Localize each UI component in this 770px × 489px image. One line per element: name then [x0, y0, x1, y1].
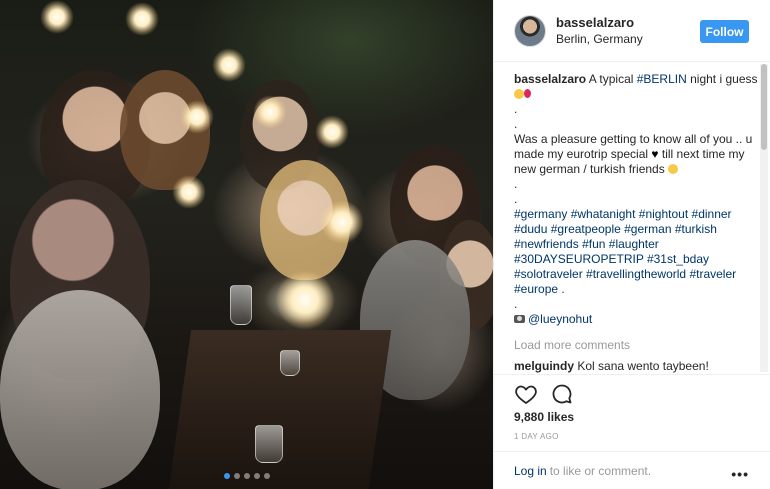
caption-dot: . — [514, 297, 518, 311]
comment-item: melguindy Kol sana wento taybeen! — [514, 359, 759, 374]
caption-text: night i guess — [686, 72, 758, 86]
follow-button[interactable]: Follow — [700, 20, 749, 43]
hashtag[interactable]: #greatpeople — [551, 222, 621, 236]
hashtag[interactable]: #31st_bday — [647, 252, 709, 266]
avatar[interactable] — [514, 14, 546, 47]
speech-bubble-icon[interactable] — [550, 382, 574, 406]
carousel-dot[interactable] — [223, 473, 230, 479]
comment-text: Kol sana wento taybeen! — [577, 359, 709, 373]
hashtag[interactable]: #german — [624, 222, 671, 236]
carousel-dot[interactable] — [243, 473, 250, 479]
hashtag[interactable]: #newfriends — [514, 237, 579, 251]
post-timestamp[interactable]: 1 DAY AGO — [514, 432, 559, 441]
post-sidebar: basselalzaro Berlin, Germany Follow bass… — [493, 0, 770, 489]
hashtag[interactable]: #europe — [514, 282, 558, 296]
grinning-face-icon — [514, 89, 524, 99]
login-prompt: to like or comment. — [549, 464, 652, 478]
carousel-dot[interactable] — [253, 473, 260, 479]
balloon-icon — [524, 89, 531, 98]
hashtag[interactable]: #solotraveler — [514, 267, 583, 281]
scrollbar-thumb[interactable] — [761, 64, 767, 150]
caption-username[interactable]: basselalzaro — [514, 72, 586, 86]
post-actions: 9,880 likes 1 DAY AGO Log in to like or … — [494, 374, 770, 489]
carousel-dot[interactable] — [263, 473, 270, 479]
hashtag[interactable]: #turkish — [675, 222, 717, 236]
hashtag[interactable]: #dinner — [692, 207, 732, 221]
hashtag[interactable]: #BERLIN — [637, 72, 687, 86]
comment-username[interactable]: melguindy — [514, 359, 574, 373]
hashtag[interactable]: #germany — [514, 207, 567, 221]
caption-text: . — [558, 282, 565, 296]
hashtag[interactable]: #whatanight — [571, 207, 636, 221]
location[interactable]: Berlin, Germany — [556, 32, 643, 46]
caption-dots: . . — [514, 177, 518, 206]
hashtag[interactable]: #dudu — [514, 222, 547, 236]
caption: basselalzaro A typical #BERLIN night i g… — [514, 72, 759, 327]
post-photo[interactable] — [0, 0, 493, 489]
hashtag[interactable]: #laughter — [609, 237, 659, 251]
add-comment-bar: Log in to like or comment. ••• — [494, 451, 770, 489]
hashtag[interactable]: #fun — [582, 237, 605, 251]
heart-outline-icon[interactable] — [514, 382, 538, 406]
carousel-dot[interactable] — [233, 473, 240, 479]
hashtag[interactable]: #traveler — [689, 267, 736, 281]
username[interactable]: basselalzaro — [556, 15, 643, 30]
photo-credit-mention[interactable]: @lueynohut — [528, 312, 592, 326]
caption-text: A typical — [588, 72, 637, 86]
carousel-indicator — [0, 473, 493, 479]
load-more-comments-button[interactable]: Load more comments — [514, 338, 759, 353]
comments-scrollbar[interactable] — [760, 64, 768, 372]
comments-section: basselalzaro A typical #BERLIN night i g… — [494, 62, 759, 374]
hashtag[interactable]: #nightout — [639, 207, 688, 221]
likes-count[interactable]: 9,880 likes — [514, 410, 574, 424]
ellipsis-icon[interactable]: ••• — [731, 466, 749, 482]
post-header: basselalzaro Berlin, Germany Follow — [494, 0, 770, 62]
smiling-face-icon — [668, 164, 679, 174]
black-heart-icon: ♥ — [651, 147, 659, 161]
hashtag[interactable]: #30DAYSEUROPETRIP — [514, 252, 644, 266]
hashtag[interactable]: #travellingtheworld — [586, 267, 686, 281]
login-link[interactable]: Log in — [514, 464, 547, 478]
camera-icon — [514, 315, 525, 323]
hashtag-list: #germany #whatanight #nightout #dinner #… — [514, 207, 736, 296]
